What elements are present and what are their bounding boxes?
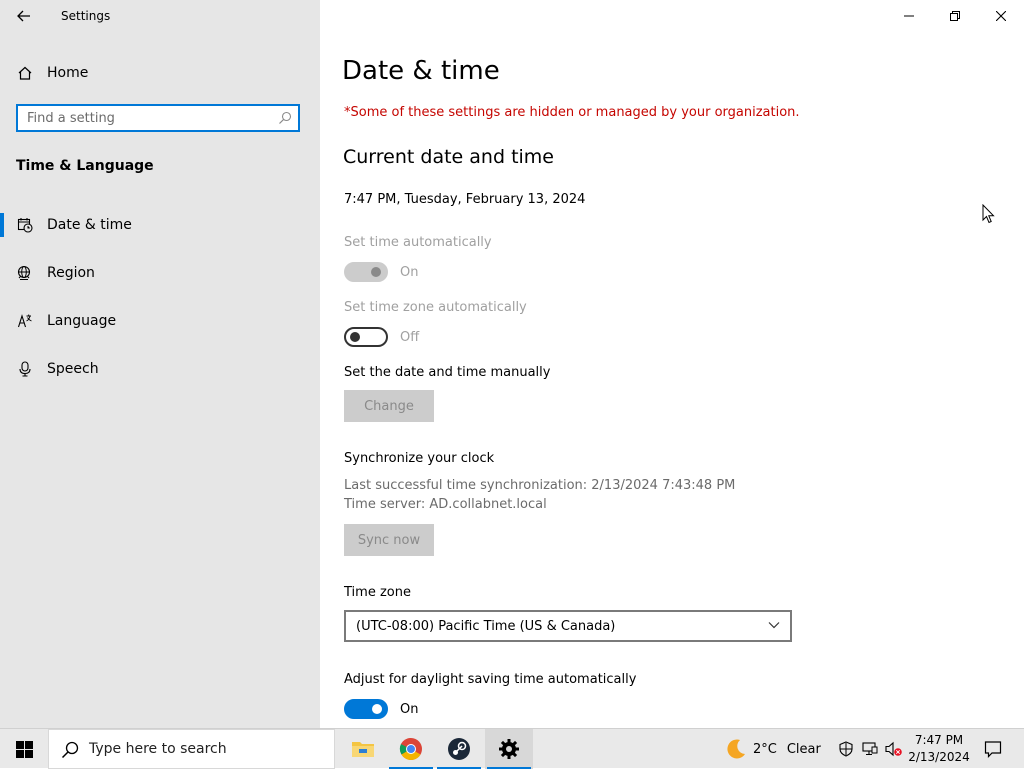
last-sync-info: Last successful time synchronization: 2/… bbox=[344, 478, 736, 493]
mouse-cursor-icon bbox=[982, 204, 995, 224]
chrome-icon bbox=[399, 737, 422, 760]
sync-now-button: Sync now bbox=[344, 524, 434, 556]
daylight-saving-state: On bbox=[400, 702, 419, 717]
home-icon bbox=[17, 65, 33, 81]
security-shield-icon[interactable] bbox=[838, 741, 854, 757]
section-heading: Time & Language bbox=[16, 158, 154, 174]
sidebar-item-label: Speech bbox=[47, 361, 99, 377]
settings-search-input[interactable] bbox=[18, 108, 267, 128]
app-title: Settings bbox=[61, 9, 111, 23]
folder-icon bbox=[352, 742, 374, 757]
restore-icon bbox=[950, 11, 960, 21]
globe-icon bbox=[17, 265, 33, 281]
set-time-automatically-state: On bbox=[400, 265, 419, 280]
org-managed-warning: *Some of these settings are hidden or ma… bbox=[344, 105, 800, 120]
set-time-zone-automatically-state: Off bbox=[400, 330, 420, 345]
sidebar-item-home[interactable]: Home bbox=[0, 57, 320, 89]
taskbar: Type here to search 2°C Clear 7:47 PM 2/… bbox=[0, 728, 1024, 769]
set-time-zone-automatically-toggle[interactable] bbox=[344, 327, 388, 347]
set-time-zone-automatically-label: Set time zone automatically bbox=[344, 300, 527, 315]
taskbar-clock[interactable]: 7:47 PM 2/13/2024 bbox=[906, 732, 972, 766]
main-content: Date & time *Some of these settings are … bbox=[320, 0, 1024, 728]
windows-logo-icon bbox=[15, 740, 33, 758]
chevron-down-icon bbox=[768, 621, 780, 629]
toggle-knob bbox=[371, 267, 381, 277]
sidebar-item-region[interactable]: Region bbox=[0, 253, 320, 293]
search-icon bbox=[61, 741, 79, 759]
settings-search-box bbox=[16, 104, 300, 132]
language-icon bbox=[17, 313, 33, 329]
sidebar-item-label: Region bbox=[47, 265, 95, 281]
title-bar: Settings bbox=[0, 0, 320, 32]
weather-temperature: 2°C bbox=[753, 741, 777, 757]
chrome-taskbar-button[interactable] bbox=[387, 729, 435, 769]
sidebar-item-language[interactable]: Language bbox=[0, 301, 320, 341]
set-date-time-manually-label: Set the date and time manually bbox=[344, 365, 551, 380]
sidebar-item-label: Language bbox=[47, 313, 117, 329]
file-explorer-taskbar-button[interactable] bbox=[339, 729, 387, 769]
steam-taskbar-button[interactable] bbox=[435, 729, 483, 769]
daylight-saving-label: Adjust for daylight saving time automati… bbox=[344, 672, 637, 687]
clock-date: 2/13/2024 bbox=[908, 750, 970, 764]
toggle-knob bbox=[350, 332, 360, 342]
start-button[interactable] bbox=[0, 729, 48, 769]
gear-icon bbox=[499, 739, 519, 759]
weather-widget[interactable]: 2°C Clear bbox=[725, 729, 821, 769]
taskbar-search-box[interactable]: Type here to search bbox=[48, 729, 335, 769]
network-icon[interactable] bbox=[862, 741, 878, 757]
sidebar: Settings Home Time & Language bbox=[0, 0, 320, 728]
change-button: Change bbox=[344, 390, 434, 422]
notification-icon bbox=[984, 741, 1002, 758]
set-time-automatically-label: Set time automatically bbox=[344, 235, 492, 250]
close-button[interactable] bbox=[978, 0, 1024, 32]
synchronize-clock-heading: Synchronize your clock bbox=[344, 451, 495, 466]
set-time-automatically-toggle bbox=[344, 262, 388, 282]
restore-button[interactable] bbox=[932, 0, 978, 32]
volume-muted-icon[interactable] bbox=[885, 741, 902, 757]
time-zone-dropdown[interactable]: (UTC-08:00) Pacific Time (US & Canada) bbox=[344, 610, 792, 642]
time-zone-value: (UTC-08:00) Pacific Time (US & Canada) bbox=[356, 618, 616, 634]
current-date-time-value: 7:47 PM, Tuesday, February 13, 2024 bbox=[344, 192, 586, 207]
minimize-button[interactable] bbox=[886, 0, 932, 32]
clock-time: 7:47 PM bbox=[914, 733, 964, 747]
taskbar-search-placeholder: Type here to search bbox=[89, 741, 227, 757]
daylight-saving-toggle[interactable] bbox=[344, 699, 388, 719]
current-date-time-heading: Current date and time bbox=[343, 146, 554, 168]
close-icon bbox=[996, 11, 1006, 21]
action-center-button[interactable] bbox=[980, 729, 1006, 769]
window-controls bbox=[886, 0, 1024, 32]
back-arrow-icon bbox=[17, 10, 30, 22]
settings-taskbar-button[interactable] bbox=[485, 729, 533, 769]
toggle-knob bbox=[372, 704, 382, 714]
sidebar-item-date-time[interactable]: Date & time bbox=[0, 205, 320, 245]
back-button[interactable] bbox=[9, 1, 39, 31]
time-zone-label: Time zone bbox=[344, 585, 411, 600]
minimize-icon bbox=[904, 15, 914, 17]
page-title: Date & time bbox=[342, 56, 500, 86]
time-server-info: Time server: AD.collabnet.local bbox=[344, 497, 547, 512]
sidebar-item-label: Home bbox=[47, 65, 89, 81]
moon-icon bbox=[727, 739, 745, 759]
search-icon[interactable] bbox=[278, 111, 292, 125]
steam-icon bbox=[448, 738, 470, 760]
weather-condition: Clear bbox=[786, 741, 821, 757]
sidebar-item-label: Date & time bbox=[47, 217, 132, 233]
microphone-icon bbox=[17, 361, 33, 377]
clock-calendar-icon bbox=[17, 217, 33, 233]
sidebar-item-speech[interactable]: Speech bbox=[0, 349, 320, 389]
